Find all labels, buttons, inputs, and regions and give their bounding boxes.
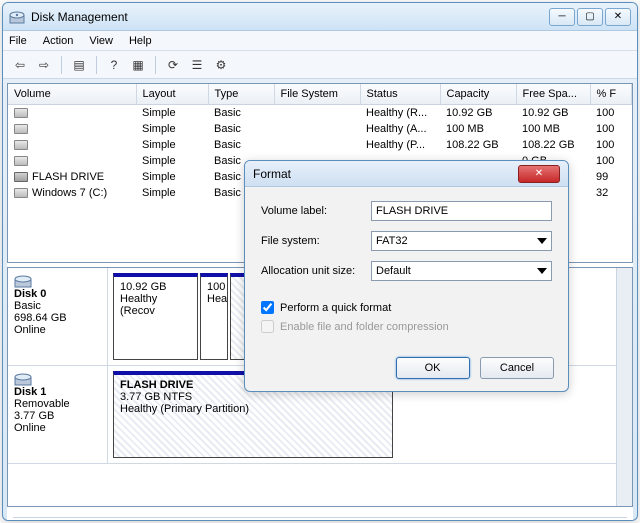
table-row[interactable]: SimpleBasicHealthy (A...100 MB100 MB100: [8, 121, 632, 137]
rescan-button[interactable]: ☰: [186, 54, 208, 76]
table-row[interactable]: SimpleBasicHealthy (P...108.22 GB108.22 …: [8, 137, 632, 153]
properties-button[interactable]: ⚙: [210, 54, 232, 76]
compression-checkbox: [261, 320, 274, 333]
col-fs[interactable]: File System: [274, 84, 360, 104]
volume-icon: [14, 188, 28, 198]
dialog-close-button[interactable]: ✕: [518, 165, 560, 183]
partition[interactable]: 10.92 GBHealthy (Recov: [113, 273, 198, 360]
dialog-titlebar[interactable]: Format ✕: [245, 161, 568, 187]
volume-icon: [14, 172, 28, 182]
col-layout[interactable]: Layout: [136, 84, 208, 104]
menu-help[interactable]: Help: [129, 35, 152, 47]
partition[interactable]: 100Hea: [200, 273, 228, 360]
compression-label: Enable file and folder compression: [280, 321, 449, 333]
cancel-button[interactable]: Cancel: [480, 357, 554, 379]
allocation-size-label: Allocation unit size:: [261, 265, 371, 277]
volume-icon: [14, 124, 28, 134]
volume-icon: [14, 140, 28, 150]
col-type[interactable]: Type: [208, 84, 274, 104]
view-settings-button[interactable]: ▦: [127, 54, 149, 76]
forward-button[interactable]: ⇨: [33, 54, 55, 76]
close-button[interactable]: ✕: [605, 8, 631, 26]
scrollbar[interactable]: [616, 268, 632, 506]
col-capacity[interactable]: Capacity: [440, 84, 516, 104]
disk-management-icon: [9, 9, 25, 25]
disk-icon: [14, 372, 32, 386]
volume-label-label: Volume label:: [261, 205, 371, 217]
allocation-size-select[interactable]: Default: [371, 261, 552, 281]
file-system-label: File system:: [261, 235, 371, 247]
show-hide-button[interactable]: ▤: [68, 54, 90, 76]
dialog-title: Format: [253, 167, 291, 181]
format-dialog: Format ✕ Volume label: File system: FAT3…: [244, 160, 569, 392]
volume-icon: [14, 108, 28, 118]
titlebar[interactable]: Disk Management ─ ▢ ✕: [3, 3, 637, 31]
col-free[interactable]: Free Spa...: [516, 84, 590, 104]
refresh-button[interactable]: ⟳: [162, 54, 184, 76]
disk-icon: [14, 274, 32, 288]
window-title: Disk Management: [31, 10, 549, 24]
ok-button[interactable]: OK: [396, 357, 470, 379]
col-status[interactable]: Status: [360, 84, 440, 104]
legend: Unallocated Primary partition Extended p…: [13, 517, 627, 521]
toolbar: ⇦ ⇨ ▤ ? ▦ ⟳ ☰ ⚙: [3, 51, 637, 79]
quick-format-checkbox[interactable]: [261, 301, 274, 314]
col-pct[interactable]: % F: [590, 84, 632, 104]
menu-view[interactable]: View: [89, 35, 113, 47]
maximize-button[interactable]: ▢: [577, 8, 603, 26]
quick-format-label: Perform a quick format: [280, 302, 391, 314]
menu-action[interactable]: Action: [43, 35, 74, 47]
menu-file[interactable]: File: [9, 35, 27, 47]
volume-icon: [14, 156, 28, 166]
file-system-select[interactable]: FAT32: [371, 231, 552, 251]
col-volume[interactable]: Volume: [8, 84, 136, 104]
volume-label-input[interactable]: [371, 201, 552, 221]
minimize-button[interactable]: ─: [549, 8, 575, 26]
menubar: File Action View Help: [3, 31, 637, 51]
back-button[interactable]: ⇦: [9, 54, 31, 76]
help-button[interactable]: ?: [103, 54, 125, 76]
table-row[interactable]: SimpleBasicHealthy (R...10.92 GB10.92 GB…: [8, 104, 632, 121]
